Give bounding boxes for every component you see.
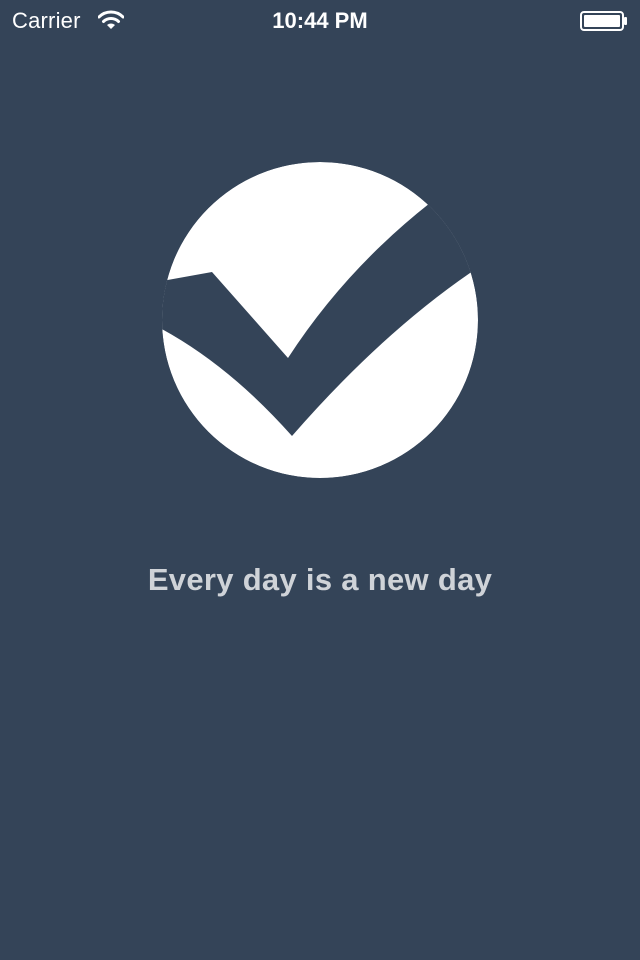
tagline-text: Every day is a new day [147,562,493,597]
checkmark-logo-icon [162,162,478,478]
clock-time: 10:44 PM [272,8,368,33]
status-bar: Carrier 10:44 PM [0,0,640,40]
battery-icon [580,11,627,31]
splash-screen: Carrier 10:44 PM Every day is a new day [0,0,640,960]
